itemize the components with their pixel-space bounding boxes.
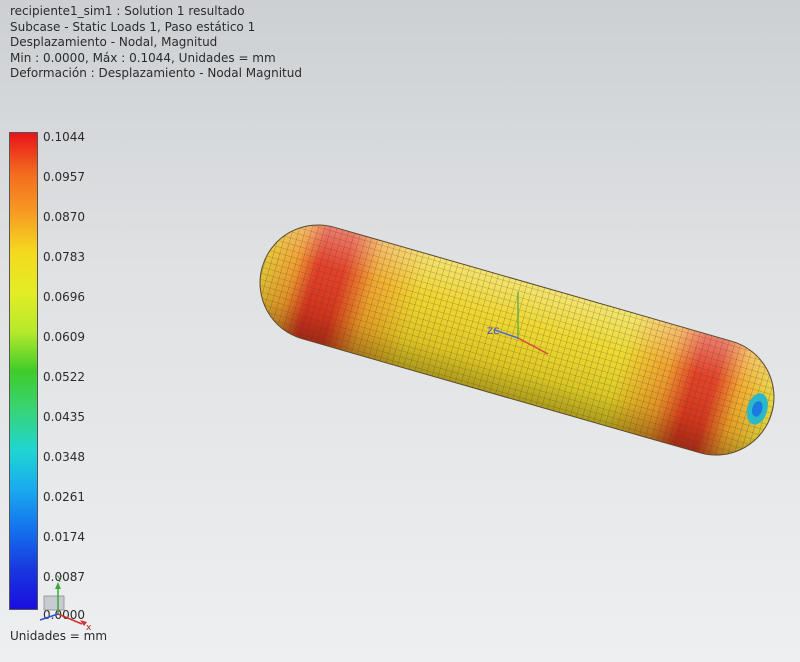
pressure-vessel-model[interactable]: [246, 211, 788, 469]
view-orientation-triad[interactable]: Y x: [39, 575, 92, 633]
triad-y-label: Y: [56, 575, 63, 585]
model-viewport[interactable]: ZC Y x: [0, 0, 800, 662]
triad-x-label: x: [86, 623, 92, 633]
triad-z-label: ZC: [487, 327, 499, 337]
